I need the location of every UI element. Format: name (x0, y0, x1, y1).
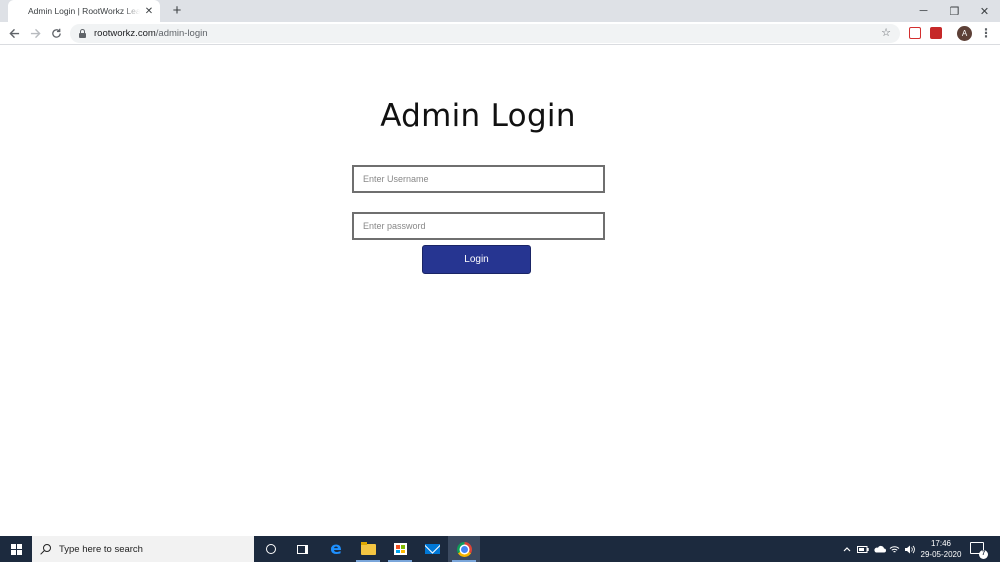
taskbar-clock[interactable]: 17:46 29-05-2020 (918, 538, 964, 560)
extension-red-icon[interactable] (930, 27, 942, 39)
extension-shield-icon[interactable] (909, 27, 921, 39)
page-scrollbar[interactable] (989, 46, 1000, 536)
url-host: rootworkz.com (94, 28, 156, 39)
cortana-icon[interactable] (255, 536, 287, 562)
store-icon[interactable] (384, 536, 416, 562)
clock-date: 29-05-2020 (920, 550, 962, 559)
username-input[interactable] (352, 165, 605, 193)
login-button[interactable]: Login (422, 245, 531, 274)
onedrive-cloud-icon[interactable] (871, 536, 887, 562)
taskbar-search-box[interactable]: Type here to search (32, 536, 254, 562)
taskbar-search-placeholder: Type here to search (59, 543, 143, 555)
clock-time: 17:46 (930, 539, 952, 548)
lock-icon[interactable] (78, 29, 87, 38)
task-view-icon[interactable] (286, 536, 318, 562)
file-explorer-icon[interactable] (352, 536, 384, 562)
tab-close-icon[interactable]: ✕ (144, 6, 154, 17)
address-bar[interactable]: rootworkz.com/admin-login ☆ (70, 24, 900, 43)
browser-tab[interactable]: Admin Login | RootWorkz Learning ✕ (8, 0, 160, 22)
window-close-icon[interactable]: ✕ (969, 0, 1000, 22)
restore-icon[interactable]: ❐ (939, 0, 970, 22)
windows-taskbar: Type here to search e 17:46 29-05-2020 7 (0, 536, 1000, 562)
battery-icon[interactable] (856, 536, 870, 562)
wifi-icon[interactable] (887, 536, 901, 562)
search-icon (40, 543, 51, 556)
profile-avatar[interactable]: A (957, 26, 972, 41)
tab-strip: Admin Login | RootWorkz Learning ✕ + ─ ❐… (0, 0, 1000, 22)
minimize-icon[interactable]: ─ (908, 0, 939, 22)
reload-icon[interactable] (47, 24, 65, 42)
page-title: Admin Login (380, 98, 576, 134)
tray-chevron-icon[interactable] (842, 536, 852, 562)
volume-icon[interactable] (902, 536, 916, 562)
chrome-icon[interactable] (448, 536, 480, 562)
windows-start-icon[interactable] (0, 536, 32, 562)
browser-menu-icon[interactable]: ⋮ (980, 26, 992, 41)
password-input[interactable] (352, 212, 605, 240)
mail-icon[interactable] (416, 536, 448, 562)
forward-arrow-icon[interactable] (26, 24, 44, 42)
bookmark-star-icon[interactable]: ☆ (881, 26, 891, 39)
new-tab-icon[interactable]: + (169, 3, 185, 19)
back-arrow-icon[interactable] (5, 24, 23, 42)
tab-title: Admin Login | RootWorkz Learning (28, 6, 140, 16)
browser-toolbar: rootworkz.com/admin-login ☆ A ⋮ (0, 22, 1000, 45)
page-content: Admin Login Login (0, 46, 1000, 536)
notification-count-badge: 7 (979, 550, 988, 559)
edge-icon[interactable]: e (320, 536, 352, 562)
url-path: /admin-login (155, 28, 208, 39)
